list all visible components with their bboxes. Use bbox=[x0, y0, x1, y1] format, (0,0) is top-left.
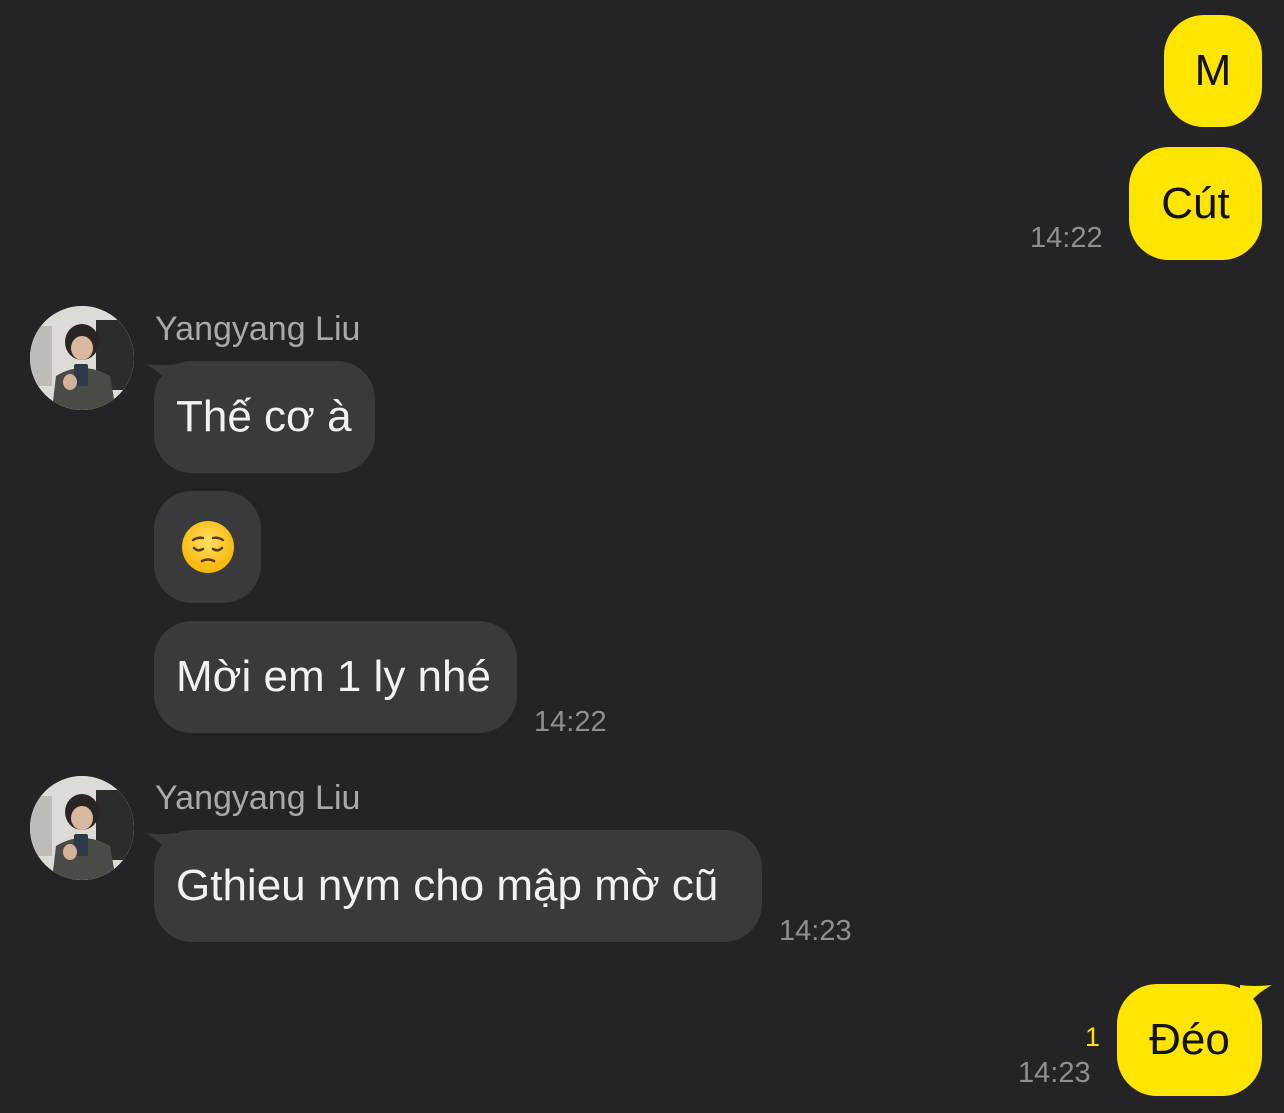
message-text: Đéo bbox=[1149, 1015, 1230, 1064]
message-text: M bbox=[1194, 46, 1232, 95]
pensive-face-icon bbox=[181, 521, 234, 573]
message-timestamp: 14:23 bbox=[1018, 1057, 1091, 1089]
unread-count: 1 bbox=[1085, 1022, 1101, 1052]
sender-avatar[interactable] bbox=[30, 776, 134, 880]
incoming-emoji-bubble[interactable] bbox=[154, 491, 261, 603]
message-timestamp: 14:23 bbox=[779, 915, 852, 947]
sender-name: Yangyang Liu bbox=[155, 779, 361, 817]
outgoing-message-bubble[interactable]: M bbox=[1164, 15, 1262, 127]
outgoing-message-bubble[interactable]: Đéo bbox=[1117, 984, 1262, 1096]
message-timestamp: 14:22 bbox=[1030, 222, 1103, 254]
message-text: Thế cơ à bbox=[176, 392, 352, 441]
message-text: Mời em 1 ly nhé bbox=[176, 652, 491, 701]
message-text: Cút bbox=[1161, 178, 1230, 228]
sender-name: Yangyang Liu bbox=[155, 310, 361, 348]
incoming-message-bubble[interactable]: Thế cơ à bbox=[154, 361, 375, 473]
outgoing-message-bubble[interactable]: Cút bbox=[1129, 147, 1262, 260]
chat-view: M 14:22 Cút Yangyang Liu Thế cơ à Mời em… bbox=[0, 0, 1284, 1113]
message-timestamp: 14:22 bbox=[534, 706, 607, 738]
incoming-message-bubble[interactable]: Gthieu nym cho mập mờ cũ bbox=[154, 830, 762, 942]
sender-avatar[interactable] bbox=[30, 306, 134, 410]
message-text: Gthieu nym cho mập mờ cũ bbox=[176, 861, 719, 910]
incoming-message-bubble[interactable]: Mời em 1 ly nhé bbox=[154, 621, 517, 733]
avatar-photo-icon bbox=[30, 306, 134, 410]
avatar-photo-icon bbox=[30, 776, 134, 880]
